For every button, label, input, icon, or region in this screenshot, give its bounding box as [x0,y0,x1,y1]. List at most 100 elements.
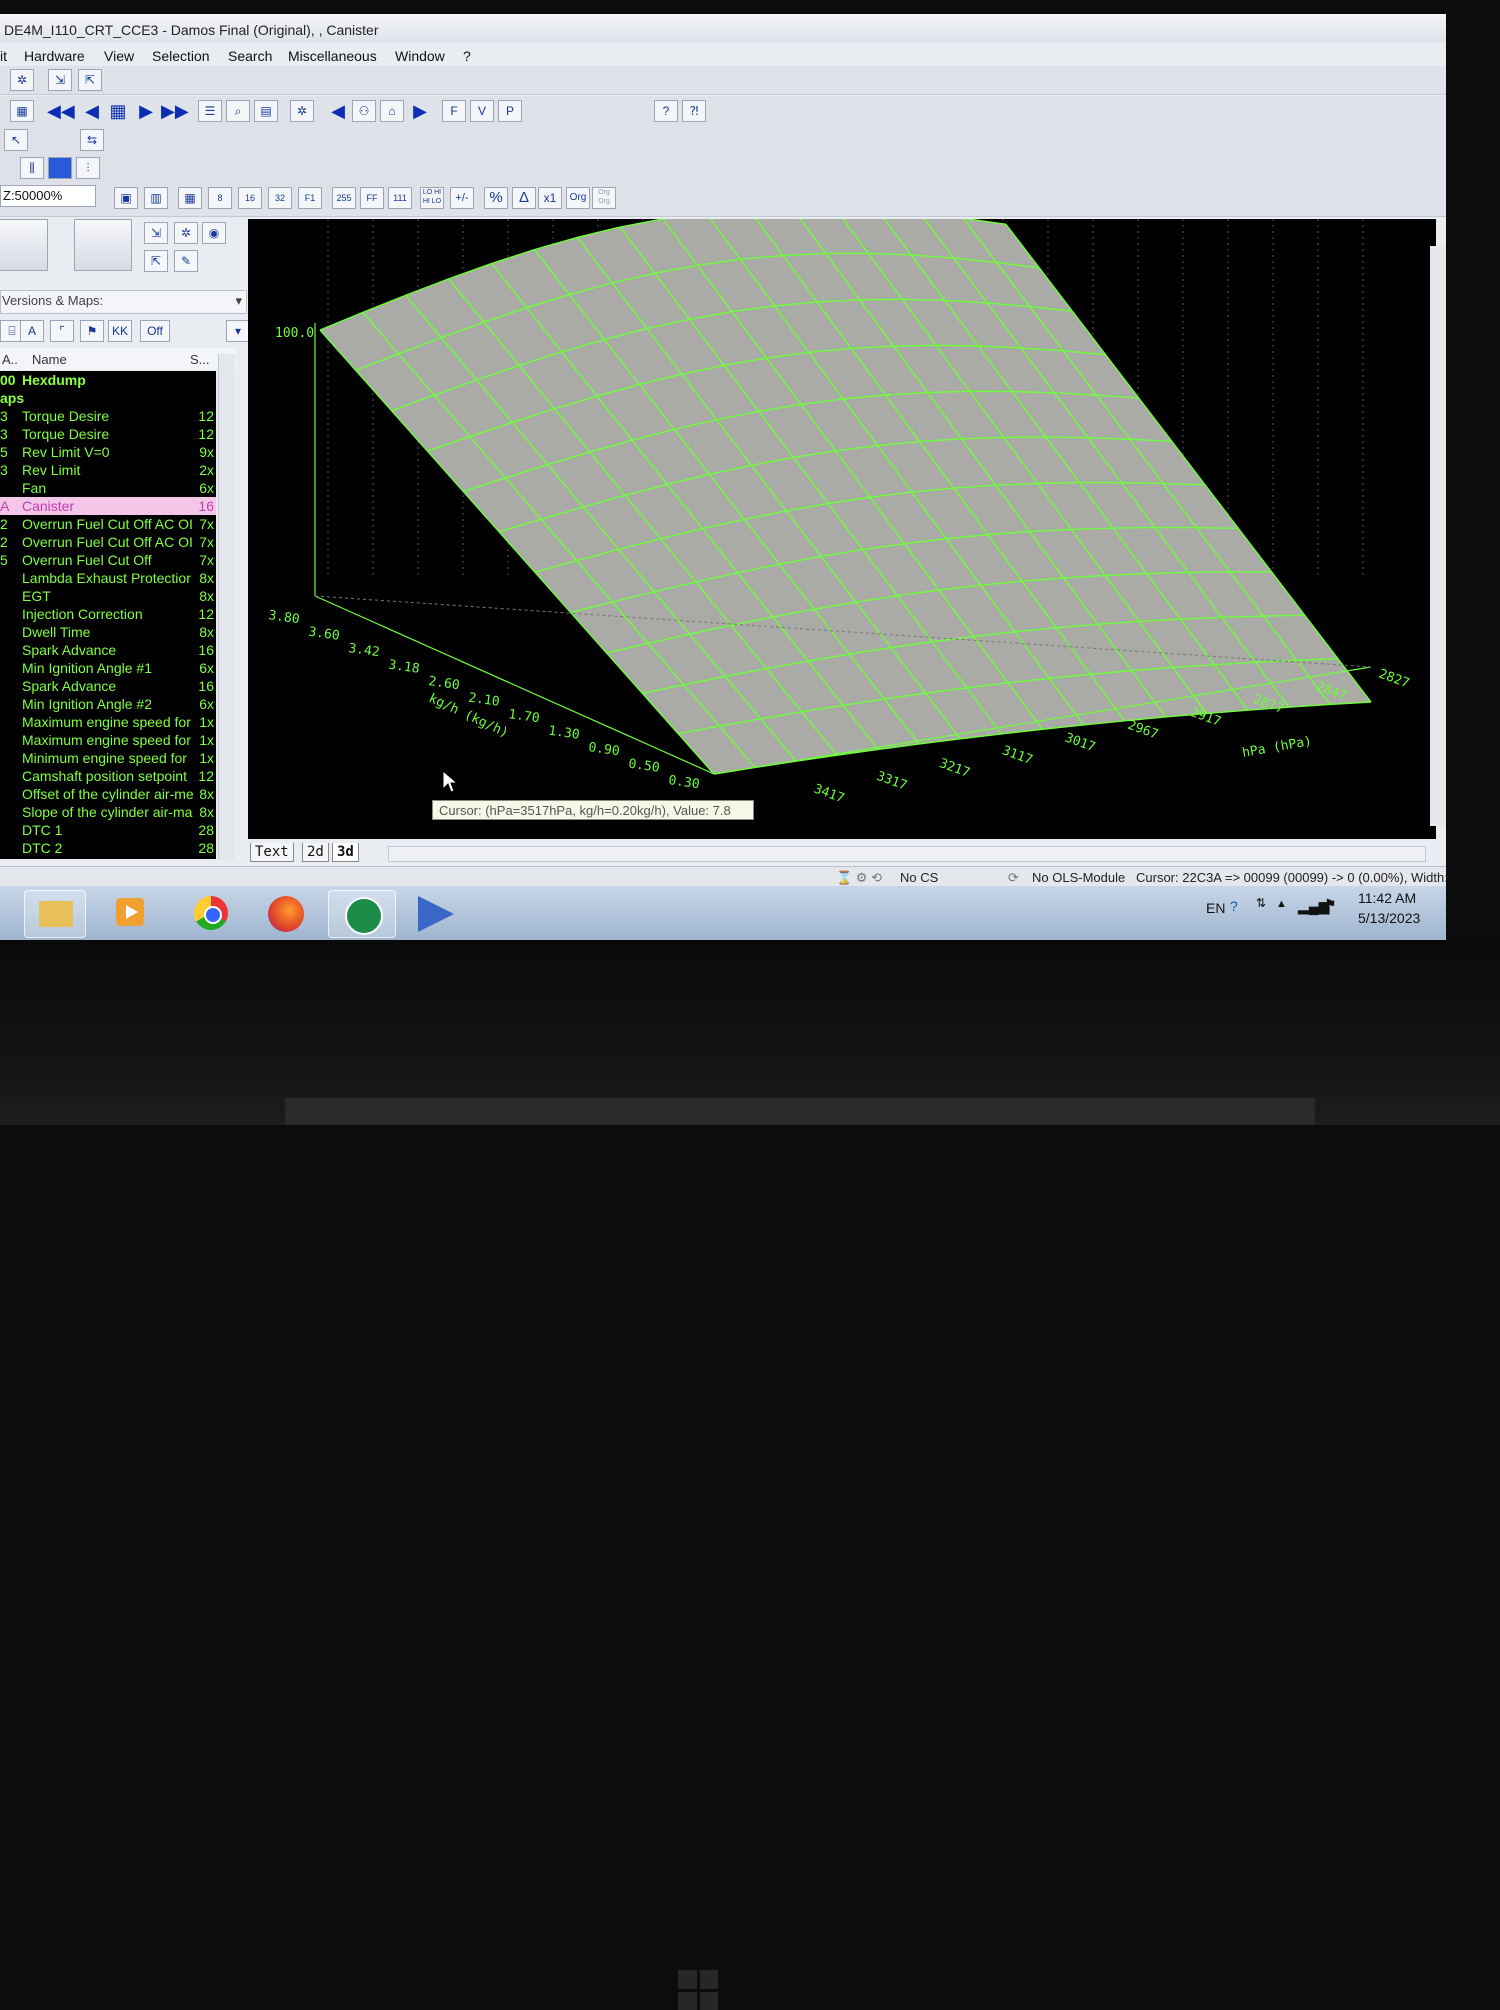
tools-icon[interactable]: ✲ [290,100,314,122]
import-icon[interactable]: ⇲ [48,69,72,91]
grid-small-icon[interactable]: ▦ [178,187,202,209]
open-folder-button[interactable] [0,219,48,271]
pin-icon[interactable]: ⚑ [80,320,104,342]
list-item[interactable]: 5 Overrun Fuel Cut Off 7x [0,551,216,569]
list-item[interactable]: 2 Overrun Fuel Cut Off AC OI 7x [0,515,216,533]
language-indicator[interactable]: EN [1206,900,1225,916]
tab-3d[interactable]: 3d [332,843,359,862]
menu-search[interactable]: Search [228,48,272,64]
menu-item[interactable]: it [0,48,7,64]
list-item[interactable]: Spark Advance 16 [0,677,216,695]
text-filter-icon[interactable]: A [20,320,44,342]
sign-button[interactable]: +/- [450,187,474,209]
export-icon[interactable]: ⇱ [78,69,102,91]
last-icon[interactable]: ▶▶ [160,100,189,122]
surface-plot[interactable]: 100.03.803.603.423.182.602.101.701.300.9… [248,206,1436,839]
list-item[interactable]: EGT 8x [0,587,216,605]
menu-selection[interactable]: Selection [152,48,210,64]
list-item[interactable]: Lambda Exhaust Protectior 8x [0,569,216,587]
lohi-button[interactable]: LO HI HI LO [420,187,444,209]
dec-button[interactable]: 255 [332,187,356,209]
bits-32-button[interactable]: 32 [268,187,292,209]
list-item[interactable]: Injection Correction 12 [0,605,216,623]
chevron-down-icon[interactable]: ▾ [226,320,250,342]
chart-scrollbar[interactable] [1430,246,1446,826]
network-tray-icon[interactable]: ⇅ [1256,896,1266,910]
column-size[interactable]: S... [190,352,210,367]
v-button-icon[interactable]: V [470,100,494,122]
f-button-icon[interactable]: F [442,100,466,122]
hex-button[interactable]: FF [360,187,384,209]
list-item[interactable]: DTC 1 28 [0,821,216,839]
binoculars-icon[interactable]: ⚇ [352,100,376,122]
project-button[interactable] [74,219,132,271]
menu-help[interactable]: ? [463,48,471,64]
column-a[interactable]: A.. [2,352,18,367]
chart-3d-view[interactable]: 100.0 3.80 3.60 3.42 3.18 2.60 2.10 1.70 1.30 0.9… [248,206,1436,839]
edit-map-icon[interactable]: ✎ [174,250,198,272]
list-item[interactable]: Fan 6x [0,479,216,497]
list-item[interactable]: Maximum engine speed for 1x [0,731,216,749]
back-icon[interactable]: ◀ [326,100,350,122]
context-help-icon[interactable]: ⁈ [682,100,706,122]
table-icon[interactable]: ▤ [254,100,278,122]
find-icon[interactable]: ⌕ [226,100,250,122]
versions-maps-dropdown[interactable]: Versions & Maps: ▾ [0,290,247,314]
range-icon[interactable]: ⌜ [50,320,74,342]
bin-button[interactable]: 111 [388,187,412,209]
factor-button[interactable]: x1 [538,187,562,209]
menu-hardware[interactable]: Hardware [24,48,85,64]
media-player-icon[interactable] [100,890,160,936]
clock-time[interactable]: 11:42 AM [1358,890,1416,906]
list-item[interactable]: Min Ignition Angle #1 6x [0,659,216,677]
chrome-icon[interactable] [180,890,240,936]
ecu-app-icon[interactable] [328,890,396,938]
tab-text[interactable]: Text [250,843,294,862]
list-item[interactable]: Min Ignition Angle #2 6x [0,695,216,713]
percent-button[interactable]: % [484,187,508,209]
firefox-icon[interactable] [256,890,316,936]
kk-icon[interactable]: KK [108,320,132,342]
filter-off-button[interactable]: Off [140,320,170,342]
delta-button[interactable]: Δ [512,187,536,209]
list-item[interactable]: 3 Torque Desire 12 [0,407,216,425]
list-item[interactable]: 3 Torque Desire 12 [0,425,216,443]
split-icon[interactable]: ⫼ [20,157,44,179]
layout-icon[interactable]: ▦ [10,100,34,122]
zoom-field[interactable]: Z:50000% [0,185,96,207]
list-item[interactable]: Minimum engine speed for 1x [0,749,216,767]
float-button[interactable]: F1 [298,187,322,209]
list-item[interactable]: 2 Overrun Fuel Cut Off AC OI 7x [0,533,216,551]
forward-icon[interactable]: ▶ [408,100,432,122]
prev-icon[interactable]: ◀ [80,100,104,122]
flag-tray-icon[interactable]: ⚑ [1324,896,1337,913]
list-item[interactable]: Camshaft position setpoint 12 [0,767,216,785]
pointer-icon[interactable]: ↖ [4,129,28,151]
winols-icon[interactable] [406,890,466,936]
original-button[interactable]: Org [566,187,590,209]
list-item[interactable]: Dwell Time 8x [0,623,216,641]
next-icon[interactable]: ▶ [134,100,158,122]
original-diff-button[interactable]: Org Org [592,187,616,209]
list-item[interactable]: 00 Hexdump [0,371,216,389]
bits-8-button[interactable]: 8 [208,187,232,209]
explorer-icon[interactable] [24,890,86,938]
show-hidden-icons-icon[interactable]: ▲ [1276,898,1287,910]
tab-2d[interactable]: 2d [302,843,329,862]
columns-icon[interactable]: ⫶ [76,157,100,179]
list-scrollbar[interactable] [218,354,235,860]
list-item[interactable]: aps [0,389,216,407]
p-button-icon[interactable]: P [498,100,522,122]
list-item[interactable]: A Canister 16 [0,497,216,515]
list-item[interactable]: 3 Rev Limit 2x [0,461,216,479]
first-icon[interactable]: ◀◀ [46,100,75,122]
tool-map-icon[interactable]: ✲ [174,222,198,244]
menu-window[interactable]: Window [395,48,445,64]
bits-16-button[interactable]: 16 [238,187,262,209]
clock-date[interactable]: 5/13/2023 [1358,910,1420,926]
list-item[interactable]: Maximum engine speed for 1x [0,713,216,731]
list-icon[interactable]: ☰ [198,100,222,122]
import-map-icon[interactable]: ⇲ [144,222,168,244]
menu-view[interactable]: View [104,48,134,64]
display-icon[interactable]: ▣ [114,187,138,209]
